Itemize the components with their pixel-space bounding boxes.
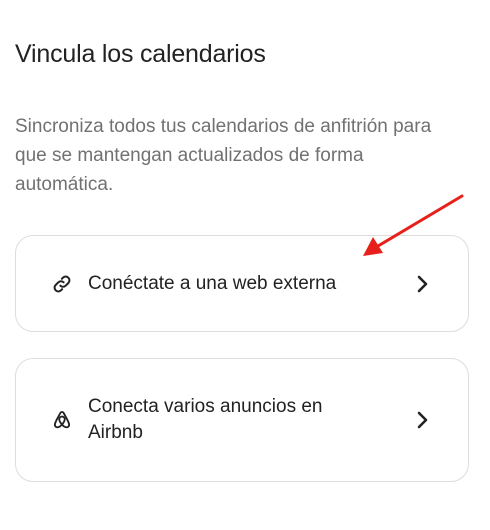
airbnb-logo-icon xyxy=(53,411,71,429)
page-title: Vincula los calendarios xyxy=(15,40,266,68)
option-label: Conéctate a una web externa xyxy=(88,272,337,294)
chevron-right-icon xyxy=(417,275,428,292)
option-label: Conecta varios anuncios en Airbnb xyxy=(88,396,323,443)
page-description: Sincroniza todos tus calendarios de anfi… xyxy=(15,116,432,195)
connect-external-website-option[interactable]: Conéctate a una web externa xyxy=(15,235,469,332)
link-icon xyxy=(53,275,71,292)
connect-airbnb-listings-option[interactable]: Conecta varios anuncios en Airbnb xyxy=(15,358,469,482)
chevron-right-icon xyxy=(417,411,428,429)
